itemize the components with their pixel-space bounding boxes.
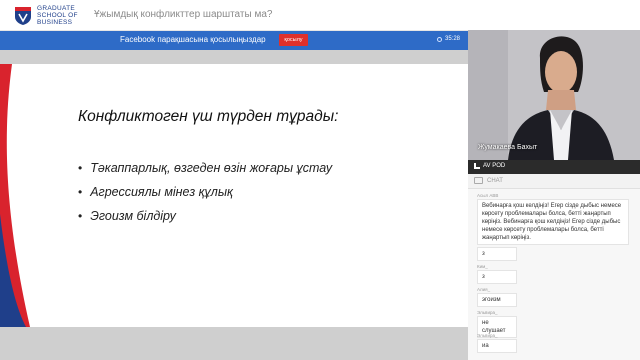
chat-sender: Алия_ (477, 287, 491, 292)
logo-text: GRADUATE SCHOOL OF BUSINESS (37, 5, 78, 26)
slide-bullet: Агрессиялы мінез құлық (78, 185, 332, 199)
chat-text: Вебинарға қош келдіңіз! Егер сізде дыбыс… (477, 199, 629, 245)
av-pod-label: AV POD (474, 163, 505, 169)
logo-line-3: BUSINESS (37, 19, 73, 26)
banner-text: Facebook парақшасына қосылыңыздар (120, 35, 266, 44)
chat-sender: Ким_ (477, 264, 488, 269)
logo-line-1: GRADUATE (37, 5, 76, 12)
chat-message: Ким_ з (477, 264, 517, 284)
slide-red-swoosh (0, 64, 30, 327)
timer-value: 35:28 (444, 36, 460, 42)
shield-logo-icon (15, 6, 31, 25)
slide-bullet: Эгоизм білдіру (78, 209, 332, 223)
av-pod-text: AV POD (483, 163, 506, 169)
chat-sender: Асыл АВВ (477, 193, 499, 198)
school-logo[interactable]: GRADUATE SCHOOL OF BUSINESS (14, 5, 78, 26)
webinar-title: Ұжымдық конфликттер шарштаты ма? (94, 9, 273, 20)
chat-message: з (477, 247, 517, 261)
chat-header-label: CHAT (474, 177, 503, 184)
slide-bullet: Тәкаппарлық, өзгеден өзін жоғары ұстау (78, 161, 332, 175)
clock-icon (436, 36, 442, 42)
slide-bullet-list: Тәкаппарлық, өзгеден өзін жоғары ұстау А… (78, 161, 332, 233)
chat-messages[interactable]: Асыл АВВ Вебинарға қош келдіңіз! Егер сі… (468, 189, 640, 360)
webinar-timer: 35:28 (436, 36, 460, 42)
chat-message: Алия_ эгоизм (477, 287, 517, 307)
av-pod-bar: AV POD (468, 160, 640, 174)
chat-icon (474, 177, 483, 184)
presenter-video[interactable]: Жумакаева Бахыт (468, 30, 640, 160)
slide-title: Конфликтоген үш түрден тұрады: (78, 108, 339, 125)
chat-text: з (477, 270, 517, 284)
chat-text: з (477, 247, 517, 261)
chat-text: эгоизм (477, 293, 517, 307)
chat-title: CHAT (487, 177, 503, 184)
chat-message: Асыл АВВ Вебинарға қош келдіңіз! Егер сі… (477, 193, 629, 245)
facebook-banner: Facebook парақшасына қосылыңыздар қосылу… (0, 31, 468, 50)
chat-header: CHAT (468, 174, 640, 189)
presenter-image (468, 30, 640, 160)
chat-sender: Эльвира_ (477, 310, 498, 315)
chat-sender: Эльвира_ (477, 333, 498, 338)
chat-text: иа (477, 339, 517, 353)
join-button[interactable]: қосылу (279, 34, 308, 46)
presentation-slide: Конфликтоген үш түрден тұрады: Тәкаппарл… (0, 64, 468, 327)
logo-line-2: SCHOOL OF (37, 12, 78, 19)
signal-icon (474, 163, 480, 169)
chat-message: Эльвира_ иа (477, 333, 517, 353)
presenter-name: Жумакаева Бахыт (478, 144, 538, 151)
top-header: GRADUATE SCHOOL OF BUSINESS Ұжымдық конф… (0, 0, 640, 31)
